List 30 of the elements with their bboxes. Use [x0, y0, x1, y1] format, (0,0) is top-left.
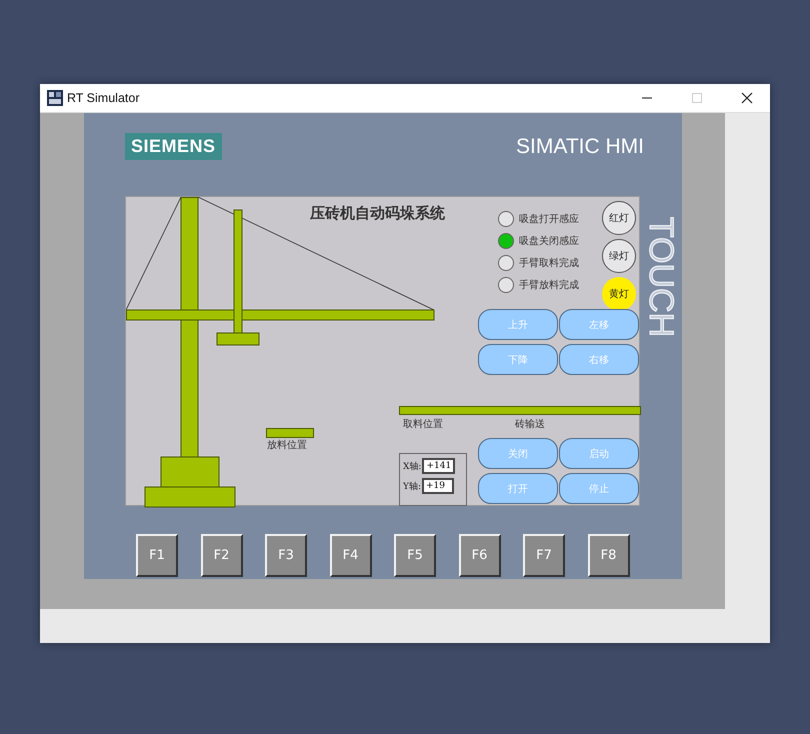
drop-position-label: 放料位置 [267, 438, 307, 452]
function-key[interactable]: F6 [458, 534, 500, 577]
function-key[interactable]: F5 [394, 534, 436, 577]
window-title: RT Simulator [67, 91, 140, 105]
function-key[interactable]: F1 [136, 534, 178, 577]
function-key[interactable]: F7 [523, 534, 565, 577]
function-key[interactable]: F8 [588, 534, 630, 577]
indicator-label: 手臂放料完成 [519, 278, 579, 292]
function-key[interactable]: F2 [200, 534, 242, 577]
lamp-button[interactable]: 红灯 [602, 201, 636, 235]
drop-pad [266, 428, 314, 438]
axis-value: +141 [422, 458, 456, 474]
axis-label: X轴: [403, 460, 422, 472]
indicator-label: 手臂取料完成 [519, 256, 579, 270]
lamp-button[interactable]: 黄灯 [602, 277, 636, 311]
function-key[interactable]: F4 [330, 534, 372, 577]
lamp-button[interactable]: 绿灯 [602, 239, 636, 273]
screen-title: 压砖机自动码垛系统 [310, 204, 445, 223]
app-icon [47, 90, 63, 106]
indicator-label: 吸盘打开感应 [519, 212, 579, 226]
product-name: SIMATIC HMI [516, 134, 644, 158]
close-icon[interactable] [741, 92, 753, 104]
indicator-label: 吸盘关闭感应 [519, 234, 579, 248]
function-key[interactable]: F3 [265, 534, 307, 577]
conveyor-label: 砖输送 [515, 418, 545, 431]
pick-position-label: 取料位置 [403, 418, 443, 431]
brand-logo: SIEMENS [125, 133, 222, 160]
touch-label: TOUCH [644, 216, 678, 338]
axis-value: +19 [422, 478, 454, 494]
axis-label: Y轴: [403, 480, 421, 492]
